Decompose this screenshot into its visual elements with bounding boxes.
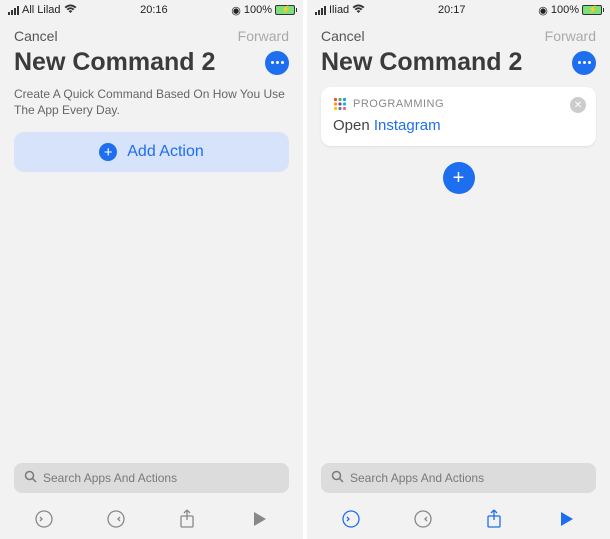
forward-button[interactable]: Forward — [545, 28, 596, 44]
action-target[interactable]: Instagram — [374, 117, 441, 134]
forward-button[interactable]: Forward — [238, 28, 289, 44]
redo-button[interactable] — [101, 504, 131, 534]
battery-icon: ⚡ — [582, 5, 602, 15]
signal-icon — [315, 6, 326, 15]
search-icon — [331, 470, 344, 486]
nav-bar: Cancel Forward — [307, 20, 610, 48]
page-title: New Command 2 — [321, 48, 522, 77]
search-input[interactable]: Search Apps And Actions — [14, 463, 289, 493]
redo-button[interactable] — [408, 504, 438, 534]
plus-circle-icon: + — [99, 143, 117, 161]
wifi-icon — [64, 4, 77, 17]
add-action-label: Add Action — [127, 143, 204, 161]
status-time: 20:17 — [438, 4, 466, 16]
more-button[interactable] — [265, 51, 289, 75]
action-prefix: Open — [333, 117, 370, 134]
description-text: Create A Quick Command Based On How You … — [0, 87, 303, 132]
play-button[interactable] — [551, 504, 581, 534]
signal-icon — [8, 6, 19, 15]
alarm-icon: ◉ — [538, 4, 548, 17]
page-title: New Command 2 — [14, 48, 215, 77]
search-placeholder: Search Apps And Actions — [350, 471, 484, 485]
battery-icon: ⚡ — [275, 5, 295, 15]
screen-right: Iliad 20:17 ◉ 100% ⚡ Cancel Forward New … — [307, 0, 610, 539]
nav-bar: Cancel Forward — [0, 20, 303, 48]
status-bar: All Lilad 20:16 ◉ 100% ⚡ — [0, 0, 303, 20]
apps-grid-icon — [333, 97, 347, 111]
more-button[interactable] — [572, 51, 596, 75]
status-time: 20:16 — [140, 4, 168, 16]
undo-button[interactable] — [336, 504, 366, 534]
battery-label: 100% — [244, 4, 272, 16]
bottom-toolbar — [307, 499, 610, 539]
search-placeholder: Search Apps And Actions — [43, 471, 177, 485]
share-button[interactable] — [479, 504, 509, 534]
search-icon — [24, 470, 37, 486]
cancel-button[interactable]: Cancel — [14, 28, 58, 44]
cancel-button[interactable]: Cancel — [321, 28, 365, 44]
share-button[interactable] — [172, 504, 202, 534]
screen-left: All Lilad 20:16 ◉ 100% ⚡ Cancel Forward … — [0, 0, 303, 539]
plus-icon: + — [453, 167, 465, 190]
search-input[interactable]: Search Apps And Actions — [321, 463, 596, 493]
bottom-toolbar — [0, 499, 303, 539]
carrier-label: All Lilad — [22, 4, 61, 16]
card-category-label: PROGRAMMING — [353, 98, 444, 110]
add-action-button[interactable]: + Add Action — [14, 132, 289, 172]
action-card[interactable]: PROGRAMMING ✕ Open Instagram — [321, 87, 596, 146]
play-button[interactable] — [244, 504, 274, 534]
add-step-button[interactable]: + — [443, 162, 475, 194]
carrier-label: Iliad — [329, 4, 349, 16]
status-bar: Iliad 20:17 ◉ 100% ⚡ — [307, 0, 610, 20]
wifi-icon — [352, 4, 365, 17]
alarm-icon: ◉ — [231, 4, 241, 17]
close-icon[interactable]: ✕ — [570, 97, 586, 113]
undo-button[interactable] — [29, 504, 59, 534]
battery-label: 100% — [551, 4, 579, 16]
